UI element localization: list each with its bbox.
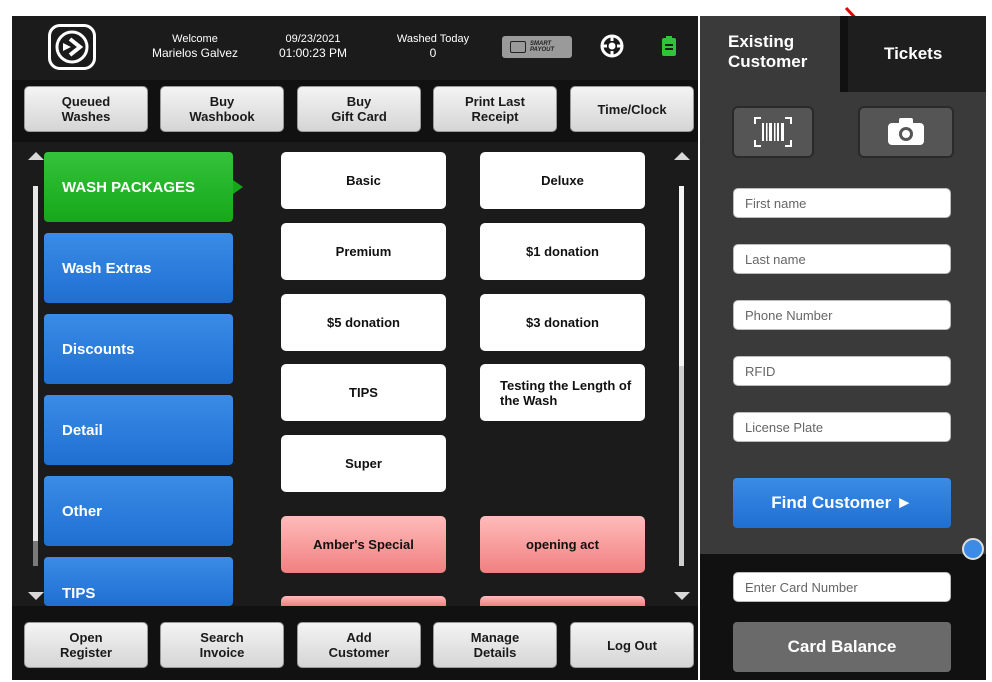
category-other[interactable]: Other	[44, 476, 233, 546]
smart-payout-icon[interactable]: SMART PAYOUT	[502, 36, 572, 58]
header-bar: Welcome Marielos Galvez 09/23/2021 01:00…	[12, 16, 698, 80]
smart-payout-label: SMART PAYOUT	[530, 41, 555, 53]
queued-washes-button[interactable]: Queued Washes	[24, 86, 148, 132]
package-partial[interactable]	[480, 596, 645, 606]
category-scroll-thumb[interactable]	[33, 186, 38, 541]
main-panel: Welcome Marielos Galvez 09/23/2021 01:00…	[12, 16, 698, 680]
package-super[interactable]: Super	[281, 435, 446, 492]
tab-tickets[interactable]: Tickets	[848, 16, 986, 92]
category-tips[interactable]: TIPS	[44, 557, 233, 606]
package-deluxe[interactable]: Deluxe	[480, 152, 645, 209]
card-number-input[interactable]: Enter Card Number	[733, 572, 951, 602]
camera-scan-button[interactable]	[858, 106, 954, 158]
card-balance-button[interactable]: Card Balance	[733, 622, 951, 672]
find-customer-button[interactable]: Find Customer ►	[733, 478, 951, 528]
category-scroll-down-icon[interactable]	[28, 592, 44, 600]
package-ambers-special[interactable]: Amber's Special	[281, 516, 446, 573]
top-action-bar: Queued Washes Buy Washbook Buy Gift Card…	[12, 80, 698, 142]
package-scroll-down-icon[interactable]	[674, 592, 690, 600]
open-register-button[interactable]: Open Register	[24, 622, 148, 668]
add-customer-button[interactable]: Add Customer	[297, 622, 421, 668]
clipboard-icon[interactable]	[662, 36, 676, 56]
current-time: 01:00:23 PM	[278, 46, 348, 60]
print-last-receipt-button[interactable]: Print Last Receipt	[433, 86, 557, 132]
package-partial[interactable]	[281, 596, 446, 606]
barcode-icon	[754, 117, 792, 147]
barcode-scan-button[interactable]	[732, 106, 814, 158]
camera-icon	[888, 118, 924, 145]
pos-app: Welcome Marielos Galvez 09/23/2021 01:00…	[0, 0, 992, 682]
phone-number-input[interactable]: Phone Number	[733, 300, 951, 330]
bottom-action-bar: Open Register Search Invoice Add Custome…	[12, 606, 698, 680]
app-logo-icon[interactable]	[48, 24, 96, 70]
package-basic[interactable]: Basic	[281, 152, 446, 209]
settings-icon[interactable]	[600, 34, 624, 58]
product-area: WASH PACKAGES Wash Extras Discounts Deta…	[12, 142, 698, 606]
license-plate-input[interactable]: License Plate	[733, 412, 951, 442]
package-tips[interactable]: TIPS	[281, 364, 446, 421]
time-clock-button[interactable]: Time/Clock	[570, 86, 694, 132]
user-name: Marielos Galvez	[151, 46, 239, 60]
welcome-label: Welcome	[172, 33, 218, 45]
package-testing-length[interactable]: Testing the Length of the Wash	[480, 364, 645, 421]
card-divider	[700, 550, 986, 554]
current-date: 09/23/2021	[285, 33, 341, 45]
category-wash-packages[interactable]: WASH PACKAGES	[44, 152, 243, 222]
category-scroll-up-icon[interactable]	[28, 152, 44, 160]
washed-today-label: Washed Today	[396, 33, 470, 45]
washed-today-count: 0	[429, 46, 437, 60]
category-detail[interactable]: Detail	[44, 395, 233, 465]
datetime-block: 09/23/2021 01:00:23 PM	[268, 32, 358, 60]
manage-details-button[interactable]: Manage Details	[433, 622, 557, 668]
last-name-input[interactable]: Last name	[733, 244, 951, 274]
customer-lookup-body: First name Last name Phone Number RFID L…	[700, 92, 986, 550]
category-wash-extras[interactable]: Wash Extras	[44, 233, 233, 303]
welcome-block: Welcome Marielos Galvez	[140, 32, 250, 60]
remote-control-icon[interactable]	[962, 538, 984, 560]
package-scroll-up-icon[interactable]	[674, 152, 690, 160]
package-3-donation[interactable]: $3 donation	[480, 294, 645, 351]
first-name-input[interactable]: First name	[733, 188, 951, 218]
search-invoice-button[interactable]: Search Invoice	[160, 622, 284, 668]
tab-existing-customer[interactable]: Existing Customer	[700, 16, 840, 92]
package-premium[interactable]: Premium	[281, 223, 446, 280]
package-5-donation[interactable]: $5 donation	[281, 294, 446, 351]
package-1-donation[interactable]: $1 donation	[480, 223, 645, 280]
category-discounts[interactable]: Discounts	[44, 314, 233, 384]
package-scroll-thumb[interactable]	[679, 186, 684, 366]
washed-today-block: Washed Today 0	[388, 32, 478, 60]
buy-gift-card-button[interactable]: Buy Gift Card	[297, 86, 421, 132]
customer-panel: Existing Customer Tickets First name Las…	[700, 16, 986, 680]
rfid-input[interactable]: RFID	[733, 356, 951, 386]
log-out-button[interactable]: Log Out	[570, 622, 694, 668]
buy-washbook-button[interactable]: Buy Washbook	[160, 86, 284, 132]
package-opening-act[interactable]: opening act	[480, 516, 645, 573]
